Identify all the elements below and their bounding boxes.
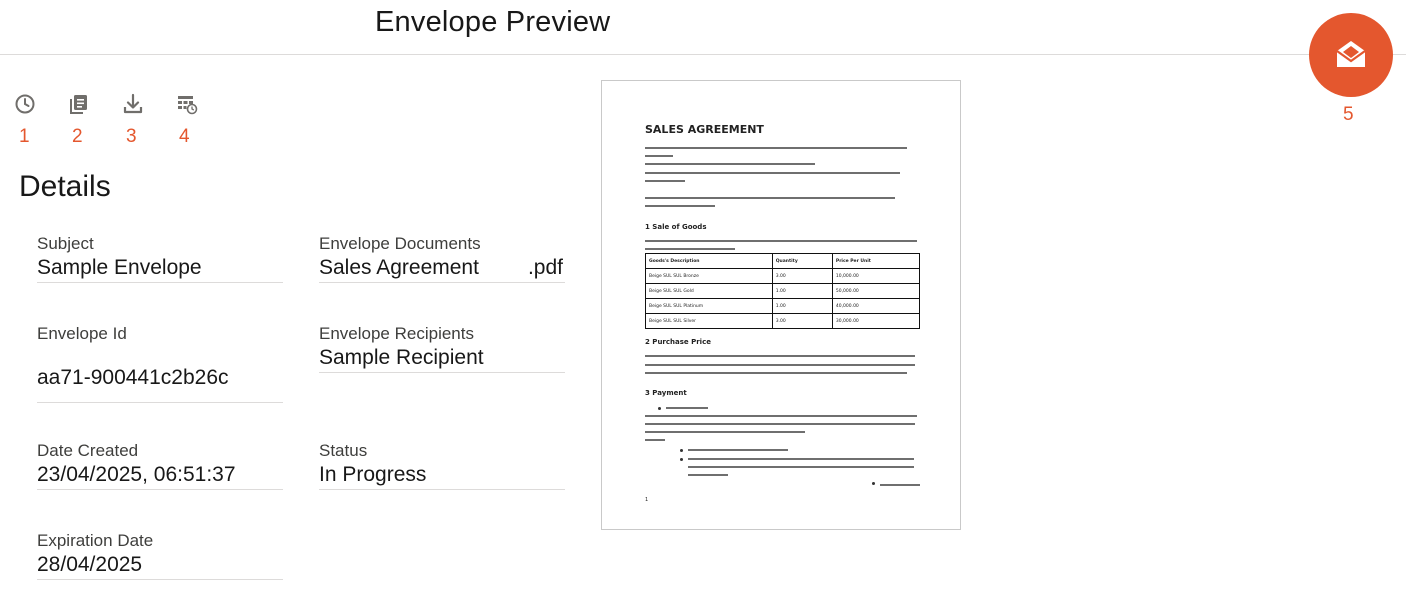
status-field: Status In Progress: [319, 441, 565, 490]
preview-table-cell: Beige SUL SUL Bronze: [645, 268, 773, 284]
header-divider: [0, 54, 1406, 55]
preview-text-line: [666, 407, 708, 409]
copy-documents-icon: [70, 95, 87, 114]
envelope-recipients-field: Envelope Recipients Sample Recipient: [319, 324, 565, 373]
envelope-id-value: aa71-900441c2b26c: [37, 366, 229, 389]
expiration-date-label: Expiration Date: [37, 531, 154, 550]
status-value: In Progress: [319, 463, 427, 486]
preview-text-line: [645, 240, 917, 242]
envelope-recipients-label: Envelope Recipients: [319, 324, 474, 343]
preview-text-line: [645, 439, 665, 441]
send-envelope-button[interactable]: [1309, 13, 1393, 97]
preview-section-heading: 1 Sale of Goods: [645, 223, 707, 231]
date-created-value: 23/04/2025, 06:51:37: [37, 463, 236, 486]
preview-table-header: Price Per Unit: [831, 253, 921, 269]
preview-text-line: [645, 372, 907, 374]
preview-text-line: [645, 155, 673, 157]
expiration-date-value: 28/04/2025: [37, 553, 143, 576]
preview-text-line: [645, 180, 685, 182]
history-button[interactable]: [14, 93, 36, 115]
table-row: Beige SUL SUL Silver 3.00 30,000.00: [645, 313, 921, 329]
envelope-documents-field: Envelope Documents Sales Agreement .pdf: [319, 234, 565, 283]
envelope-recipients-value: Sample Recipient: [319, 346, 484, 369]
table-schedule-icon: [178, 96, 198, 115]
envelope-open-icon: [1336, 41, 1366, 67]
preview-table-cell: Beige SUL SUL Gold: [645, 283, 773, 299]
preview-table-header: Goods's Description: [645, 253, 773, 269]
preview-text-line: [688, 449, 788, 451]
preview-section-heading: 3 Payment: [645, 389, 687, 397]
copy-documents-button[interactable]: [68, 93, 90, 115]
preview-text-line: [645, 355, 915, 357]
page-title: Envelope Preview: [375, 6, 611, 38]
preview-page-number: 1: [645, 497, 649, 503]
preview-text-line: [688, 458, 914, 460]
expiration-date-field: Expiration Date 28/04/2025: [37, 531, 283, 580]
preview-text-line: [645, 197, 895, 199]
envelope-document-link[interactable]: Sales Agreement: [319, 256, 479, 279]
subject-value: Sample Envelope: [37, 256, 202, 279]
preview-bullet: [872, 482, 875, 485]
preview-bullet: [658, 407, 661, 410]
preview-text-line: [645, 415, 917, 417]
preview-section-heading: 2 Purchase Price: [645, 338, 711, 346]
preview-table-cell: 3.00: [771, 268, 833, 284]
toolbar-number-3: 3: [126, 126, 137, 147]
history-icon: [15, 94, 35, 114]
table-schedule-button[interactable]: [176, 93, 198, 115]
table-row: Beige SUL SUL Gold 1.00 50,000.00: [645, 283, 921, 299]
preview-table-cell: 30,000.00: [831, 313, 921, 329]
document-preview[interactable]: SALES AGREEMENT 1 Sale of Goods Goods's …: [601, 80, 961, 530]
preview-text-line: [645, 248, 735, 250]
preview-document-title: SALES AGREEMENT: [645, 123, 764, 136]
envelope-document-row: Sales Agreement .pdf: [319, 254, 565, 282]
preview-text-line: [645, 364, 915, 366]
preview-text-line: [688, 466, 914, 468]
table-row: Beige SUL SUL Platinum 1.00 40,000.00: [645, 298, 921, 314]
preview-text-line: [688, 474, 728, 476]
status-label: Status: [319, 441, 368, 460]
preview-table-cell: Beige SUL SUL Silver: [645, 313, 773, 329]
preview-text-line: [645, 147, 907, 149]
preview-goods-table: Goods's Description Quantity Price Per U…: [645, 253, 921, 329]
date-created-field: Date Created 23/04/2025, 06:51:37: [37, 441, 283, 490]
preview-table-header: Quantity: [771, 253, 833, 269]
preview-text-line: [645, 431, 805, 433]
details-heading: Details: [19, 170, 111, 203]
envelope-id-field: Envelope Id aa71-900441c2b26c: [37, 324, 283, 403]
fab-number-label: 5: [1343, 104, 1354, 125]
subject-field: Subject Sample Envelope: [37, 234, 283, 283]
download-icon: [123, 93, 143, 114]
preview-text-line: [645, 205, 715, 207]
preview-table-cell: 50,000.00: [831, 283, 921, 299]
toolbar-number-1: 1: [19, 126, 30, 147]
preview-bullet: [680, 449, 683, 452]
preview-table-cell: 40,000.00: [831, 298, 921, 314]
envelope-document-extension: .pdf: [527, 256, 563, 279]
preview-table-cell: Beige SUL SUL Platinum: [645, 298, 773, 314]
preview-text-line: [645, 172, 900, 174]
toolbar-number-2: 2: [72, 126, 83, 147]
table-row: Beige SUL SUL Bronze 3.00 10,000.00: [645, 268, 921, 284]
envelope-documents-label: Envelope Documents: [319, 234, 481, 253]
preview-text-line: [645, 163, 815, 165]
preview-table-cell: 1.00: [771, 298, 833, 314]
download-button[interactable]: [122, 93, 144, 115]
preview-bullet: [680, 458, 683, 461]
preview-table-cell: 3.00: [771, 313, 833, 329]
preview-table-cell: 10,000.00: [831, 268, 921, 284]
preview-table-cell: 1.00: [771, 283, 833, 299]
subject-label: Subject: [37, 234, 94, 253]
preview-text-line: [880, 484, 920, 486]
envelope-id-label: Envelope Id: [37, 324, 127, 343]
date-created-label: Date Created: [37, 441, 139, 460]
preview-text-line: [645, 423, 915, 425]
toolbar-number-4: 4: [179, 126, 190, 147]
